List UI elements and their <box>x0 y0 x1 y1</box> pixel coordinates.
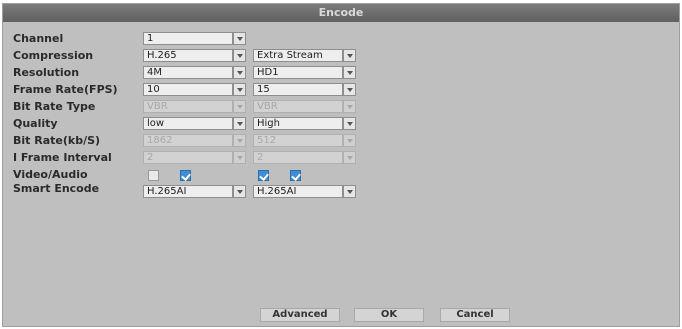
main-frame-rate-select[interactable]: 10 <box>143 83 233 96</box>
main-i-frame-arrow-icon <box>233 151 246 164</box>
extra-video-checkbox[interactable] <box>258 170 269 181</box>
main-compression-select[interactable]: H.265 <box>143 49 233 62</box>
extra-audio-checkbox[interactable] <box>290 170 301 181</box>
main-bit-rate-type-arrow-icon <box>233 100 246 113</box>
main-quality-select[interactable]: low <box>143 117 233 130</box>
extra-bit-rate-type-select: VBR <box>253 100 343 113</box>
extra-resolution-select[interactable]: HD1 <box>253 66 343 79</box>
window-title: Encode <box>318 6 364 19</box>
label-channel: Channel <box>13 32 64 45</box>
main-frame-rate-arrow-icon[interactable] <box>233 83 246 96</box>
main-audio-checkbox[interactable] <box>180 170 191 181</box>
extra-frame-rate-arrow-icon[interactable] <box>343 83 356 96</box>
label-compression: Compression <box>13 49 94 62</box>
extra-bit-rate-arrow-icon <box>343 134 356 147</box>
channel-dropdown-arrow-icon[interactable] <box>233 32 246 45</box>
main-bit-rate-type-select: VBR <box>143 100 233 113</box>
main-smart-encode-select[interactable]: H.265AI <box>143 185 233 198</box>
main-smart-encode-arrow-icon[interactable] <box>233 185 246 198</box>
main-i-frame-select: 2 <box>143 151 233 164</box>
extra-i-frame-arrow-icon <box>343 151 356 164</box>
extra-bit-rate-select: 512 <box>253 134 343 147</box>
main-video-checkbox[interactable] <box>148 170 159 181</box>
extra-bit-rate-type-arrow-icon <box>343 100 356 113</box>
title-bar: Encode <box>3 4 679 22</box>
main-bit-rate-arrow-icon <box>233 134 246 147</box>
main-resolution-select[interactable]: 4M <box>143 66 233 79</box>
main-quality-arrow-icon[interactable] <box>233 117 246 130</box>
extra-i-frame-select: 2 <box>253 151 343 164</box>
stream-select[interactable]: Extra Stream <box>253 49 343 62</box>
label-bit-rate: Bit Rate(kb/S) <box>13 134 101 147</box>
label-bit-rate-type: Bit Rate Type <box>13 100 96 113</box>
extra-quality-arrow-icon[interactable] <box>343 117 356 130</box>
advanced-button[interactable]: Advanced <box>260 308 340 322</box>
encode-dialog: Encode Channel Compression Resolution Fr… <box>2 3 680 327</box>
stream-arrow-icon[interactable] <box>343 49 356 62</box>
extra-resolution-arrow-icon[interactable] <box>343 66 356 79</box>
channel-select[interactable]: 1 <box>143 32 233 45</box>
label-smart-encode: Smart Encode <box>13 182 100 195</box>
extra-smart-encode-select[interactable]: H.265AI <box>253 185 343 198</box>
ok-button[interactable]: OK <box>354 308 424 322</box>
main-compression-arrow-icon[interactable] <box>233 49 246 62</box>
main-bit-rate-select: 1862 <box>143 134 233 147</box>
cancel-button[interactable]: Cancel <box>440 308 510 322</box>
label-video-audio: Video/Audio <box>13 168 88 181</box>
extra-smart-encode-arrow-icon[interactable] <box>343 185 356 198</box>
label-quality: Quality <box>13 117 58 130</box>
label-resolution: Resolution <box>13 66 80 79</box>
extra-quality-select[interactable]: High <box>253 117 343 130</box>
label-frame-rate: Frame Rate(FPS) <box>13 83 118 96</box>
main-resolution-arrow-icon[interactable] <box>233 66 246 79</box>
label-i-frame-interval: I Frame Interval <box>13 151 112 164</box>
extra-frame-rate-select[interactable]: 15 <box>253 83 343 96</box>
